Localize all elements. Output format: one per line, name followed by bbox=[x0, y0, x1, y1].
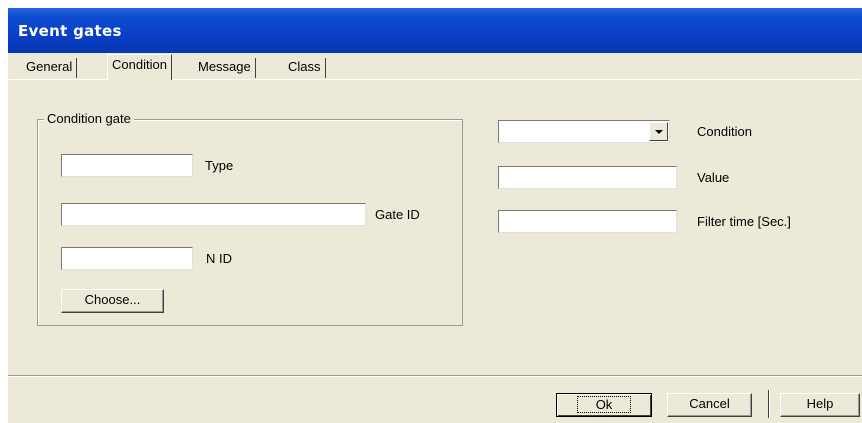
n-id-field[interactable] bbox=[61, 247, 193, 270]
condition-combo[interactable] bbox=[498, 120, 670, 143]
tab-message[interactable]: Message bbox=[194, 58, 256, 78]
value-field[interactable] bbox=[498, 166, 677, 189]
filter-time-field[interactable] bbox=[498, 210, 677, 233]
tab-strip: General Condition Message Class bbox=[8, 52, 862, 80]
help-button[interactable]: Help bbox=[780, 393, 860, 417]
n-id-label: N ID bbox=[206, 251, 232, 266]
ok-button[interactable]: Ok bbox=[556, 393, 652, 417]
condition-label: Condition bbox=[697, 124, 752, 139]
filter-time-label: Filter time [Sec.] bbox=[697, 214, 791, 229]
tab-class[interactable]: Class bbox=[284, 58, 326, 78]
ok-button-label: Ok bbox=[576, 396, 632, 413]
gate-id-field[interactable] bbox=[61, 203, 366, 226]
type-label: Type bbox=[205, 158, 234, 173]
condition-gate-legend: Condition gate bbox=[44, 111, 134, 126]
tab-condition[interactable]: Condition bbox=[107, 54, 172, 80]
tab-general[interactable]: General bbox=[22, 58, 78, 78]
chevron-down-icon[interactable] bbox=[649, 122, 668, 141]
title-bar[interactable]: Event gates bbox=[8, 8, 862, 53]
window-title: Event gates bbox=[18, 22, 122, 40]
type-field[interactable] bbox=[61, 154, 193, 177]
button-divider bbox=[768, 390, 769, 418]
cancel-button[interactable]: Cancel bbox=[667, 393, 752, 417]
value-label: Value bbox=[697, 170, 730, 185]
choose-button[interactable]: Choose... bbox=[61, 289, 164, 313]
gate-id-label: Gate ID bbox=[375, 207, 420, 222]
